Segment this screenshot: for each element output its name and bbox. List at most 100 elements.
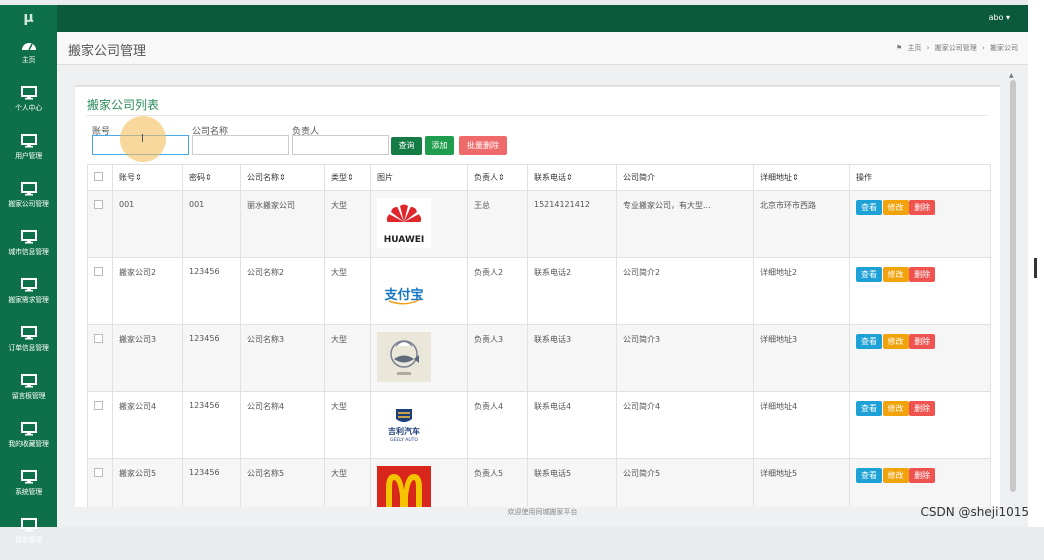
- row-checkbox[interactable]: [94, 468, 103, 477]
- cell-image: [370, 458, 468, 507]
- monitor-icon: [20, 470, 37, 484]
- delete-button[interactable]: 删除: [909, 334, 936, 349]
- scroll-up-arrow[interactable]: ▲: [1009, 72, 1014, 79]
- dashboard-icon: [21, 43, 36, 51]
- cell-manager: 负责人2: [467, 257, 528, 325]
- cell-address: 详细地址5: [753, 458, 850, 507]
- row-checkbox[interactable]: [94, 334, 103, 343]
- select-all-cell: [87, 164, 113, 191]
- alipay-logo-image: 支付宝: [383, 287, 424, 305]
- table-row: 001 001 丽水搬家公司 大型 HUAWEI 王总 15214121412 …: [87, 190, 991, 258]
- column-header-password[interactable]: 密码⇕: [182, 164, 241, 191]
- cell-account: 搬家公司2: [112, 257, 183, 325]
- cell-password: 123456: [182, 391, 241, 459]
- delete-button[interactable]: 删除: [909, 401, 936, 416]
- sidebar-item-label: 搬家公司管理: [8, 200, 49, 208]
- edit-button[interactable]: 修改: [882, 200, 909, 215]
- cell-company: 丽水搬家公司: [240, 190, 325, 258]
- monitor-icon: [20, 230, 37, 244]
- column-header-intro: 公司简介: [616, 164, 754, 191]
- column-header-type[interactable]: 类型⇕: [324, 164, 371, 191]
- brand-logo[interactable]: μ: [0, 5, 57, 32]
- row-checkbox[interactable]: [94, 200, 103, 209]
- huawei-logo-image: HUAWEI: [377, 198, 431, 248]
- sidebar-item-label: 我的收藏管理: [8, 440, 49, 448]
- row-checkbox[interactable]: [94, 401, 103, 410]
- sidebar-item-system[interactable]: 系统管理: [0, 470, 57, 512]
- query-button[interactable]: 查询: [391, 137, 422, 155]
- cell-account: 搬家公司4: [112, 391, 183, 459]
- cell-phone: 联系电话2: [527, 257, 617, 325]
- sidebar-item-demands[interactable]: 搬家需求管理: [0, 278, 57, 320]
- select-all-checkbox[interactable]: [94, 172, 103, 181]
- cell-actions: 查看 修改 删除: [849, 391, 991, 459]
- sidebar-item-orders[interactable]: 订单信息管理: [0, 326, 57, 368]
- monitor-icon: [20, 182, 37, 196]
- cell-manager: 负责人4: [467, 391, 528, 459]
- batch-delete-button[interactable]: 批量删除: [459, 136, 507, 155]
- manager-input[interactable]: [292, 135, 389, 155]
- sidebar: 主页 个人中心 用户管理 搬家公司管理 城市信息管理 搬家需求管理 订单信息管理…: [0, 32, 57, 544]
- company-name-input[interactable]: [192, 135, 289, 155]
- edit-button[interactable]: 修改: [882, 468, 909, 483]
- view-button[interactable]: 查看: [856, 200, 882, 215]
- sidebar-item-companies[interactable]: 搬家公司管理: [0, 182, 57, 224]
- column-header-phone[interactable]: 联系电话⇕: [527, 164, 617, 191]
- sidebar-item-label: 订单信息管理: [8, 344, 49, 352]
- sidebar-item-board[interactable]: 留言板管理: [0, 374, 57, 416]
- table-header-row: 账号⇕ 密码⇕ 公司名称⇕ 类型⇕ 图片 负责人⇕ 联系电话⇕ 公司简介 详细地…: [87, 164, 991, 191]
- cell-manager: 负责人5: [467, 458, 528, 507]
- column-header-address[interactable]: 详细地址⇕: [753, 164, 850, 191]
- sidebar-item-favorites[interactable]: 我的收藏管理: [0, 422, 57, 464]
- vertical-scrollbar[interactable]: [1010, 80, 1016, 492]
- text-cursor: [142, 134, 143, 142]
- delete-button[interactable]: 删除: [909, 267, 936, 282]
- monitor-icon: [20, 86, 37, 100]
- cell-account: 搬家公司3: [112, 324, 183, 392]
- watermark: CSDN @sheji1015: [920, 505, 1029, 519]
- edit-button[interactable]: 修改: [882, 267, 909, 282]
- window-resize-handle[interactable]: [1034, 258, 1037, 278]
- sidebar-item-label: 留言管理: [15, 536, 42, 544]
- sidebar-item-profile[interactable]: 个人中心: [0, 86, 57, 128]
- cell-type: 大型: [324, 458, 371, 507]
- cell-phone: 联系电话4: [527, 391, 617, 459]
- cell-password: 123456: [182, 458, 241, 507]
- table-row: 搬家公司3 123456 公司名称3 大型 负责人3 联系电话3 公司简介3 详…: [87, 324, 991, 392]
- delete-button[interactable]: 删除: [909, 200, 936, 215]
- sidebar-item-label: 系统管理: [15, 488, 42, 496]
- sidebar-item-home[interactable]: 主页: [0, 38, 57, 80]
- cell-intro: 公司简介4: [616, 391, 754, 459]
- view-button[interactable]: 查看: [856, 401, 882, 416]
- sidebar-item-label: 留言板管理: [11, 392, 46, 400]
- divider: [87, 115, 987, 116]
- cell-phone: 联系电话3: [527, 324, 617, 392]
- cell-address: 北京市环市西路: [753, 190, 850, 258]
- breadcrumb-home[interactable]: 主页: [907, 44, 921, 52]
- column-header-manager[interactable]: 负责人⇕: [467, 164, 528, 191]
- edit-button[interactable]: 修改: [882, 401, 909, 416]
- column-header-company[interactable]: 公司名称⇕: [240, 164, 325, 191]
- add-button[interactable]: 添加: [425, 136, 454, 155]
- view-button[interactable]: 查看: [856, 334, 882, 349]
- view-button[interactable]: 查看: [856, 468, 882, 483]
- sidebar-item-messages[interactable]: 留言管理: [0, 518, 57, 560]
- user-menu[interactable]: abo ▾: [989, 13, 1010, 22]
- sidebar-item-users[interactable]: 用户管理: [0, 134, 57, 176]
- cell-account: 001: [112, 190, 183, 258]
- cell-type: 大型: [324, 391, 371, 459]
- breadcrumb-section[interactable]: 搬家公司管理: [935, 44, 977, 52]
- breadcrumb-separator: ›: [926, 44, 930, 52]
- column-header-image: 图片: [370, 164, 468, 191]
- mcdonalds-logo-image: [377, 466, 431, 507]
- top-bar: μ abo ▾: [0, 5, 1028, 32]
- cell-manager: 王总: [467, 190, 528, 258]
- breadcrumb: ⚑ 主页 › 搬家公司管理 › 搬家公司: [893, 43, 1018, 53]
- sidebar-item-cities[interactable]: 城市信息管理: [0, 230, 57, 272]
- row-checkbox[interactable]: [94, 267, 103, 276]
- view-button[interactable]: 查看: [856, 267, 882, 282]
- column-header-account[interactable]: 账号⇕: [112, 164, 183, 191]
- cell-intro: 公司简介2: [616, 257, 754, 325]
- delete-button[interactable]: 删除: [909, 468, 936, 483]
- edit-button[interactable]: 修改: [882, 334, 909, 349]
